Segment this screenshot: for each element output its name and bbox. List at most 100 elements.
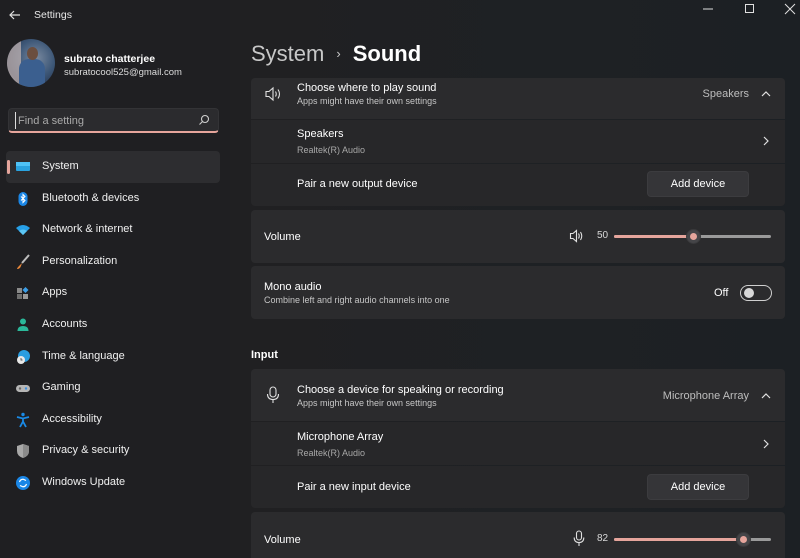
monitor-icon (16, 162, 30, 171)
input-device-name: Microphone Array (297, 431, 384, 443)
input-volume-card: Volume 82 (251, 512, 785, 558)
selected-input-value: Microphone Array (662, 390, 749, 402)
choose-output-title: Choose where to play sound (297, 82, 437, 94)
choose-output-subtitle: Apps might have their own settings (297, 96, 437, 106)
sidebar-item-time-language[interactable]: Time & language (6, 341, 220, 373)
sidebar-item-gaming[interactable]: Gaming (6, 372, 220, 404)
speaker-icon (265, 86, 281, 102)
sidebar-item-accessibility[interactable]: Accessibility (6, 404, 220, 436)
gamepad-icon (16, 385, 30, 393)
sidebar-nav: System Bluetooth & devices Network & int… (6, 151, 220, 499)
input-section-title: Input (251, 349, 278, 361)
sidebar-item-bluetooth[interactable]: Bluetooth & devices (6, 183, 220, 215)
sidebar-item-label: Time & language (42, 349, 125, 362)
microphone-icon (266, 386, 280, 403)
sidebar-item-privacy-security[interactable]: Privacy & security (6, 435, 220, 467)
sidebar-item-label: Windows Update (42, 475, 126, 488)
mono-audio-state: Off (714, 287, 729, 299)
pair-input-label: Pair a new input device (297, 481, 411, 493)
add-input-device-button[interactable]: Add device (647, 474, 749, 500)
chevron-up-icon[interactable] (760, 89, 772, 99)
title-bar: Settings (0, 0, 800, 32)
sidebar-item-label: Network & internet (42, 223, 133, 236)
sidebar-item-label: Bluetooth & devices (42, 191, 140, 204)
shield-icon (17, 444, 29, 459)
search-box[interactable] (8, 108, 219, 133)
user-name: subrato chatterjee (64, 53, 156, 65)
sidebar-item-label: Apps (42, 286, 68, 299)
output-device-driver: Realtek(R) Audio (297, 145, 366, 155)
mono-audio-toggle[interactable] (740, 285, 772, 301)
sidebar-item-label: Personalization (42, 254, 118, 267)
mono-audio-title: Mono audio (264, 281, 322, 293)
input-volume-value: 82 (597, 533, 609, 544)
sidebar-item-accounts[interactable]: Accounts (6, 309, 220, 341)
output-volume-slider[interactable] (614, 229, 771, 244)
update-icon (16, 475, 30, 490)
sidebar-item-label: Accessibility (42, 412, 102, 425)
chevron-up-icon[interactable] (760, 391, 772, 401)
avatar[interactable] (7, 39, 55, 87)
app-title: Settings (34, 9, 72, 21)
close-button[interactable] (766, 0, 800, 20)
sidebar-item-windows-update[interactable]: Windows Update (6, 467, 220, 499)
chevron-right-icon (763, 136, 769, 146)
slider-thumb[interactable] (686, 229, 701, 244)
sidebar-item-label: System (42, 160, 79, 172)
output-volume-value: 50 (597, 230, 609, 241)
toggle-knob (744, 288, 754, 298)
apps-icon (17, 287, 29, 300)
sidebar-item-label: Accounts (42, 317, 88, 330)
selected-output-value: Speakers (702, 88, 749, 100)
output-volume-card: Volume 50 (251, 210, 785, 263)
search-input[interactable] (15, 112, 195, 129)
wifi-icon (16, 225, 30, 236)
sidebar-item-label: Gaming (42, 381, 81, 394)
search-icon[interactable] (198, 114, 210, 126)
choose-output-row[interactable]: Choose where to play sound Apps might ha… (251, 78, 785, 119)
breadcrumb: System › Sound (251, 41, 421, 67)
input-device-row[interactable]: Microphone Array Realtek(R) Audio (251, 422, 785, 465)
input-volume-slider[interactable] (614, 532, 771, 547)
breadcrumb-separator: › (336, 46, 341, 61)
input-device-group: Choose a device for speaking or recordin… (251, 369, 785, 508)
sidebar-item-system[interactable]: System (6, 151, 220, 183)
minimize-button[interactable] (684, 0, 730, 20)
speaker-icon[interactable] (569, 229, 585, 243)
brush-icon (17, 254, 30, 269)
accessibility-icon (16, 412, 30, 428)
choose-input-subtitle: Apps might have their own settings (297, 398, 437, 408)
sidebar-item-network[interactable]: Network & internet (6, 214, 220, 246)
slider-thumb[interactable] (736, 532, 751, 547)
output-device-name: Speakers (297, 128, 344, 140)
arrow-left-icon (9, 10, 20, 20)
slider-fill (614, 538, 743, 541)
add-output-device-button[interactable]: Add device (647, 171, 749, 197)
microphone-icon[interactable] (573, 530, 585, 547)
close-icon (784, 3, 796, 15)
chevron-right-icon (763, 439, 769, 449)
output-device-group: Choose where to play sound Apps might ha… (251, 78, 785, 207)
breadcrumb-parent[interactable]: System (251, 41, 324, 66)
output-volume-label: Volume (264, 231, 301, 243)
back-button[interactable] (6, 6, 24, 24)
sidebar-item-label: Privacy & security (42, 444, 130, 457)
input-volume-label: Volume (264, 534, 301, 546)
globe-clock-icon (17, 349, 30, 364)
slider-fill (614, 235, 693, 238)
pair-output-label: Pair a new output device (297, 178, 418, 190)
choose-input-title: Choose a device for speaking or recordin… (297, 384, 504, 396)
choose-input-row[interactable]: Choose a device for speaking or recordin… (251, 369, 785, 421)
sidebar-item-personalization[interactable]: Personalization (6, 246, 220, 278)
pair-input-row: Pair a new input device Add device (251, 466, 785, 508)
minimize-icon (703, 8, 713, 10)
selected-indicator (7, 160, 10, 174)
sidebar-item-apps[interactable]: Apps (6, 277, 220, 309)
mono-audio-subtitle: Combine left and right audio channels in… (264, 295, 450, 305)
user-email: subratocool525@gmail.com (64, 67, 182, 78)
mono-audio-card: Mono audio Combine left and right audio … (251, 266, 785, 319)
person-icon (17, 318, 29, 331)
input-device-driver: Realtek(R) Audio (297, 448, 366, 458)
pair-output-row: Pair a new output device Add device (251, 164, 785, 206)
output-device-row[interactable]: Speakers Realtek(R) Audio (251, 120, 785, 163)
